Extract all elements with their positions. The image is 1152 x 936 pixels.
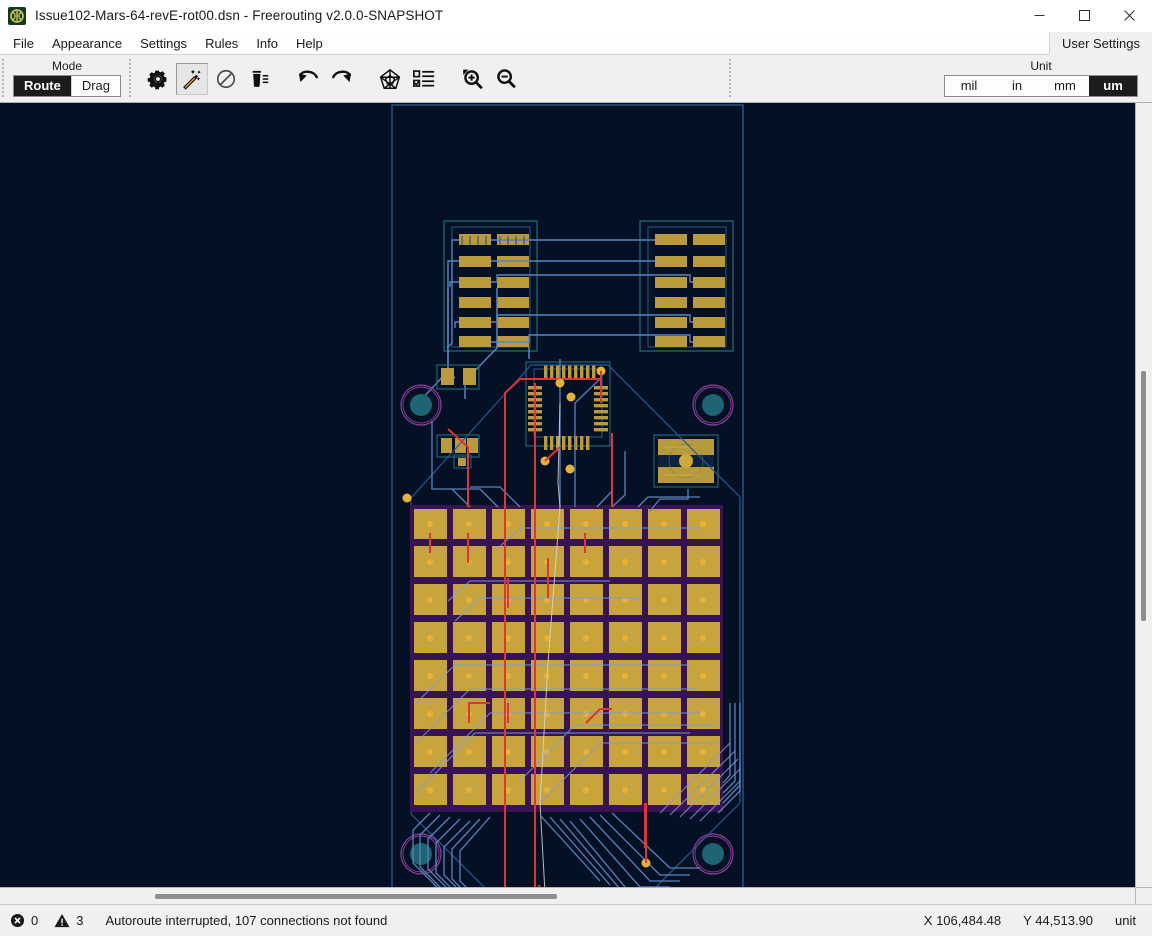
freerouting-logo-icon xyxy=(8,6,26,25)
vertical-scrollbar-thumb[interactable] xyxy=(1141,371,1146,621)
unit-mm-button[interactable]: mm xyxy=(1041,76,1089,96)
toolbar-separator-2 xyxy=(726,55,734,102)
violations-list-button[interactable] xyxy=(408,63,440,95)
autoroute-button[interactable] xyxy=(176,62,209,95)
autoroute-settings-button[interactable] xyxy=(142,63,174,95)
unit-toggle-group: mil in mm um xyxy=(944,75,1138,97)
horizontal-scrollbar[interactable] xyxy=(0,887,1135,904)
fanout-button[interactable] xyxy=(374,63,406,95)
horizontal-scrollbar-row xyxy=(0,887,1152,904)
menu-bar: File Appearance Settings Rules Info Help… xyxy=(0,31,1152,55)
toolbar-actions xyxy=(134,55,522,102)
menu-item-settings[interactable]: Settings xyxy=(131,32,196,55)
coord-y: Y 44,513.90 xyxy=(1023,913,1094,928)
coord-unit-label: unit xyxy=(1115,913,1136,928)
work-area xyxy=(0,103,1152,887)
toolbar-separator-1[interactable] xyxy=(127,55,135,102)
error-count: 0 xyxy=(31,913,39,928)
status-bar: 0 3 Autoroute interrupted, 107 connectio… xyxy=(0,904,1152,936)
title-bar: Issue102-Mars-64-revE-rot00.dsn - Freero… xyxy=(0,0,1152,32)
window-controls xyxy=(1017,0,1152,32)
menu-item-help[interactable]: Help xyxy=(287,32,332,55)
main-toolbar: Mode Route Drag Unit mil in mm um xyxy=(0,55,1152,103)
mode-route-button[interactable]: Route xyxy=(14,76,71,96)
menu-item-rules[interactable]: Rules xyxy=(196,32,247,55)
zoom-in-button[interactable] xyxy=(456,63,488,95)
warning-indicator[interactable]: 3 xyxy=(54,913,83,928)
menu-item-appearance[interactable]: Appearance xyxy=(43,32,131,55)
menu-item-info[interactable]: Info xyxy=(247,32,287,55)
redo-button[interactable] xyxy=(326,63,358,95)
undo-button[interactable] xyxy=(292,63,324,95)
unit-mil-button[interactable]: mil xyxy=(945,76,993,96)
close-button[interactable] xyxy=(1107,0,1152,32)
minimize-button[interactable] xyxy=(1017,0,1062,32)
freerouting-window: Issue102-Mars-64-revE-rot00.dsn - Freero… xyxy=(0,0,1152,936)
mode-toggle-group: Route Drag xyxy=(13,75,122,97)
error-indicator[interactable]: 0 xyxy=(10,913,38,928)
zoom-out-button[interactable] xyxy=(490,63,522,95)
cancel-autoroute-button[interactable] xyxy=(210,63,242,95)
unit-in-button[interactable]: in xyxy=(993,76,1041,96)
scrollbar-corner xyxy=(1135,887,1152,904)
mode-group: Mode Route Drag xyxy=(7,55,127,102)
error-circle-icon xyxy=(10,913,25,928)
cursor-coordinates: X 106,484.48 Y 44,513.90 unit xyxy=(924,913,1136,928)
unit-label: Unit xyxy=(1030,59,1052,73)
mode-drag-button[interactable]: Drag xyxy=(70,76,121,96)
status-message: Autoroute interrupted, 107 connections n… xyxy=(105,913,388,928)
pcb-board-view[interactable] xyxy=(0,103,1135,887)
horizontal-scrollbar-thumb[interactable] xyxy=(155,894,557,899)
coord-x: X 106,484.48 xyxy=(923,913,1002,928)
unit-group: Unit mil in mm um xyxy=(938,55,1152,102)
warning-count: 3 xyxy=(76,913,84,928)
warning-triangle-icon xyxy=(54,913,70,928)
unit-um-button[interactable]: um xyxy=(1089,76,1137,96)
mode-label: Mode xyxy=(52,59,83,73)
pcb-canvas[interactable] xyxy=(0,103,1135,887)
window-title: Issue102-Mars-64-revE-rot00.dsn - Freero… xyxy=(35,8,444,23)
toolbar-grip-left[interactable] xyxy=(0,55,7,102)
delete-button[interactable] xyxy=(244,63,276,95)
vertical-scrollbar[interactable] xyxy=(1135,103,1152,887)
user-settings-button[interactable]: User Settings xyxy=(1048,31,1152,55)
menu-item-file[interactable]: File xyxy=(4,32,43,55)
maximize-button[interactable] xyxy=(1062,0,1107,32)
